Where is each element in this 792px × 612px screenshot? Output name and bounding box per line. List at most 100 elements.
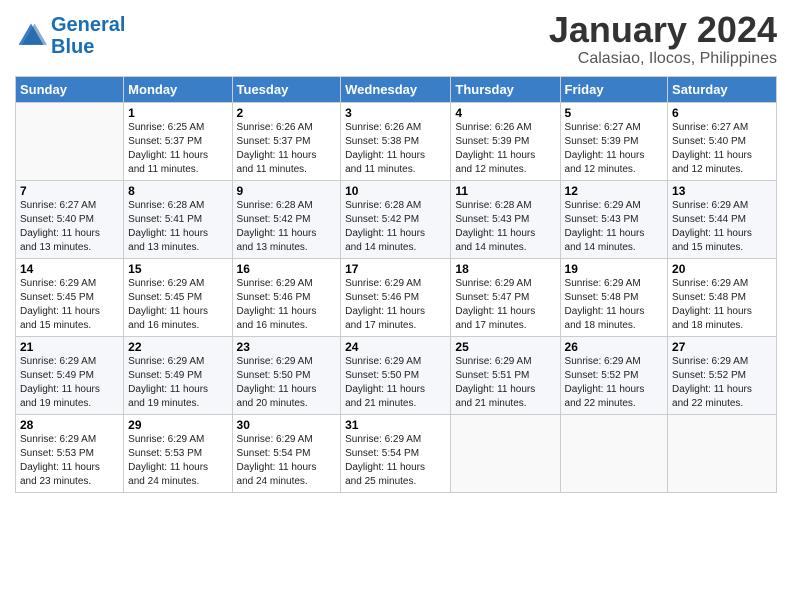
day-number: 23 xyxy=(237,340,337,354)
day-info: Sunrise: 6:29 AMSunset: 5:53 PMDaylight:… xyxy=(128,433,227,489)
table-row: 2Sunrise: 6:26 AMSunset: 5:37 PMDaylight… xyxy=(232,102,341,180)
table-row: 31Sunrise: 6:29 AMSunset: 5:54 PMDayligh… xyxy=(341,414,451,492)
table-row: 5Sunrise: 6:27 AMSunset: 5:39 PMDaylight… xyxy=(560,102,668,180)
day-info: Sunrise: 6:27 AMSunset: 5:40 PMDaylight:… xyxy=(20,199,119,255)
calendar-week-4: 28 Sunrise: 6:29 AMSunset: 5:53 PMDayligh… xyxy=(16,414,777,492)
day-number: 21 xyxy=(20,340,119,354)
calendar-table: Sunday Monday Tuesday Wednesday Thursday… xyxy=(15,76,777,493)
table-row: 17Sunrise: 6:29 AMSunset: 5:46 PMDayligh… xyxy=(341,258,451,336)
header-thursday: Thursday xyxy=(451,76,560,102)
day-number: 25 xyxy=(455,340,555,354)
table-row: 26Sunrise: 6:29 AMSunset: 5:52 PMDayligh… xyxy=(560,336,668,414)
table-row: 13Sunrise: 6:29 AMSunset: 5:44 PMDayligh… xyxy=(668,180,777,258)
day-number: 31 xyxy=(345,418,446,432)
location-title: Calasiao, Ilocos, Philippines xyxy=(549,50,777,68)
calendar-week-1: 7Sunrise: 6:27 AMSunset: 5:40 PMDaylight… xyxy=(16,180,777,258)
day-info: Sunrise: 6:29 AMSunset: 5:52 PMDaylight:… xyxy=(672,355,772,411)
table-row: 24Sunrise: 6:29 AMSunset: 5:50 PMDayligh… xyxy=(341,336,451,414)
day-info: Sunrise: 6:29 AMSunset: 5:46 PMDaylight:… xyxy=(237,277,337,333)
day-info: Sunrise: 6:27 AMSunset: 5:40 PMDaylight:… xyxy=(672,121,772,177)
calendar-week-2: 14Sunrise: 6:29 AMSunset: 5:45 PMDayligh… xyxy=(16,258,777,336)
day-number: 20 xyxy=(672,262,772,276)
day-info: Sunrise: 6:29 AMSunset: 5:46 PMDaylight:… xyxy=(345,277,446,333)
table-row: 16Sunrise: 6:29 AMSunset: 5:46 PMDayligh… xyxy=(232,258,341,336)
day-info: Sunrise: 6:29 AMSunset: 5:54 PMDaylight:… xyxy=(345,433,446,489)
day-number: 12 xyxy=(565,184,664,198)
calendar-week-0: 1Sunrise: 6:25 AMSunset: 5:37 PMDaylight… xyxy=(16,102,777,180)
table-row: 27Sunrise: 6:29 AMSunset: 5:52 PMDayligh… xyxy=(668,336,777,414)
day-number: 11 xyxy=(455,184,555,198)
table-row: 6Sunrise: 6:27 AMSunset: 5:40 PMDaylight… xyxy=(668,102,777,180)
day-number: 13 xyxy=(672,184,772,198)
day-number: 9 xyxy=(237,184,337,198)
day-info: Sunrise: 6:25 AMSunset: 5:37 PMDaylight:… xyxy=(128,121,227,177)
day-number: 26 xyxy=(565,340,664,354)
table-row: 28Sunrise: 6:29 AMSunset: 5:53 PMDayligh… xyxy=(16,414,124,492)
day-info: Sunrise: 6:29 AMSunset: 5:45 PMDaylight:… xyxy=(128,277,227,333)
header-saturday: Saturday xyxy=(668,76,777,102)
table-row: 30Sunrise: 6:29 AMSunset: 5:54 PMDayligh… xyxy=(232,414,341,492)
day-number: 15 xyxy=(128,262,227,276)
day-info: Sunrise: 6:29 AMSunset: 5:48 PMDaylight:… xyxy=(672,277,772,333)
logo-text: GeneralBlue xyxy=(51,14,125,58)
table-row: 25Sunrise: 6:29 AMSunset: 5:51 PMDayligh… xyxy=(451,336,560,414)
day-number: 29 xyxy=(128,418,227,432)
day-info: Sunrise: 6:26 AMSunset: 5:38 PMDaylight:… xyxy=(345,121,446,177)
table-row xyxy=(451,414,560,492)
table-row: 3Sunrise: 6:26 AMSunset: 5:38 PMDaylight… xyxy=(341,102,451,180)
page-container: GeneralBlue January 2024 Calasiao, Iloco… xyxy=(0,0,792,498)
table-row: 23Sunrise: 6:29 AMSunset: 5:50 PMDayligh… xyxy=(232,336,341,414)
header-sunday: Sunday xyxy=(16,76,124,102)
day-number: 22 xyxy=(128,340,227,354)
table-row: 14Sunrise: 6:29 AMSunset: 5:45 PMDayligh… xyxy=(16,258,124,336)
day-number: 1 xyxy=(128,106,227,120)
month-title: January 2024 xyxy=(549,10,777,50)
day-info: Sunrise: 6:26 AMSunset: 5:37 PMDaylight:… xyxy=(237,121,337,177)
day-number: 2 xyxy=(237,106,337,120)
table-row: 9Sunrise: 6:28 AMSunset: 5:42 PMDaylight… xyxy=(232,180,341,258)
day-info: Sunrise: 6:28 AMSunset: 5:42 PMDaylight:… xyxy=(237,199,337,255)
day-info: Sunrise: 6:29 AMSunset: 5:50 PMDaylight:… xyxy=(237,355,337,411)
day-info: Sunrise: 6:29 AMSunset: 5:45 PMDaylight:… xyxy=(20,277,119,333)
day-number: 8 xyxy=(128,184,227,198)
table-row xyxy=(668,414,777,492)
day-info: Sunrise: 6:29 AMSunset: 5:52 PMDaylight:… xyxy=(565,355,664,411)
header: GeneralBlue January 2024 Calasiao, Iloco… xyxy=(15,10,777,68)
day-info: Sunrise: 6:29 AMSunset: 5:49 PMDaylight:… xyxy=(20,355,119,411)
day-number: 16 xyxy=(237,262,337,276)
table-row: 11Sunrise: 6:28 AMSunset: 5:43 PMDayligh… xyxy=(451,180,560,258)
day-number: 4 xyxy=(455,106,555,120)
day-info: Sunrise: 6:28 AMSunset: 5:41 PMDaylight:… xyxy=(128,199,227,255)
table-row: 22Sunrise: 6:29 AMSunset: 5:49 PMDayligh… xyxy=(124,336,232,414)
day-info: Sunrise: 6:29 AMSunset: 5:50 PMDaylight:… xyxy=(345,355,446,411)
logo-icon xyxy=(15,20,47,52)
day-number: 10 xyxy=(345,184,446,198)
day-info: Sunrise: 6:29 AMSunset: 5:51 PMDaylight:… xyxy=(455,355,555,411)
day-number: 24 xyxy=(345,340,446,354)
table-row xyxy=(16,102,124,180)
day-number: 28 xyxy=(20,418,119,432)
header-wednesday: Wednesday xyxy=(341,76,451,102)
table-row: 29Sunrise: 6:29 AMSunset: 5:53 PMDayligh… xyxy=(124,414,232,492)
day-info: Sunrise: 6:28 AMSunset: 5:43 PMDaylight:… xyxy=(455,199,555,255)
table-row: 21Sunrise: 6:29 AMSunset: 5:49 PMDayligh… xyxy=(16,336,124,414)
calendar-header-row: Sunday Monday Tuesday Wednesday Thursday… xyxy=(16,76,777,102)
table-row: 15Sunrise: 6:29 AMSunset: 5:45 PMDayligh… xyxy=(124,258,232,336)
table-row: 7Sunrise: 6:27 AMSunset: 5:40 PMDaylight… xyxy=(16,180,124,258)
table-row: 8Sunrise: 6:28 AMSunset: 5:41 PMDaylight… xyxy=(124,180,232,258)
table-row: 1Sunrise: 6:25 AMSunset: 5:37 PMDaylight… xyxy=(124,102,232,180)
day-number: 6 xyxy=(672,106,772,120)
day-number: 14 xyxy=(20,262,119,276)
calendar-week-3: 21Sunrise: 6:29 AMSunset: 5:49 PMDayligh… xyxy=(16,336,777,414)
day-info: Sunrise: 6:29 AMSunset: 5:54 PMDaylight:… xyxy=(237,433,337,489)
day-info: Sunrise: 6:29 AMSunset: 5:49 PMDaylight:… xyxy=(128,355,227,411)
header-friday: Friday xyxy=(560,76,668,102)
day-number: 7 xyxy=(20,184,119,198)
day-number: 19 xyxy=(565,262,664,276)
header-tuesday: Tuesday xyxy=(232,76,341,102)
day-info: Sunrise: 6:29 AMSunset: 5:44 PMDaylight:… xyxy=(672,199,772,255)
day-info: Sunrise: 6:29 AMSunset: 5:48 PMDaylight:… xyxy=(565,277,664,333)
table-row xyxy=(560,414,668,492)
table-row: 10Sunrise: 6:28 AMSunset: 5:42 PMDayligh… xyxy=(341,180,451,258)
title-block: January 2024 Calasiao, Ilocos, Philippin… xyxy=(549,10,777,68)
